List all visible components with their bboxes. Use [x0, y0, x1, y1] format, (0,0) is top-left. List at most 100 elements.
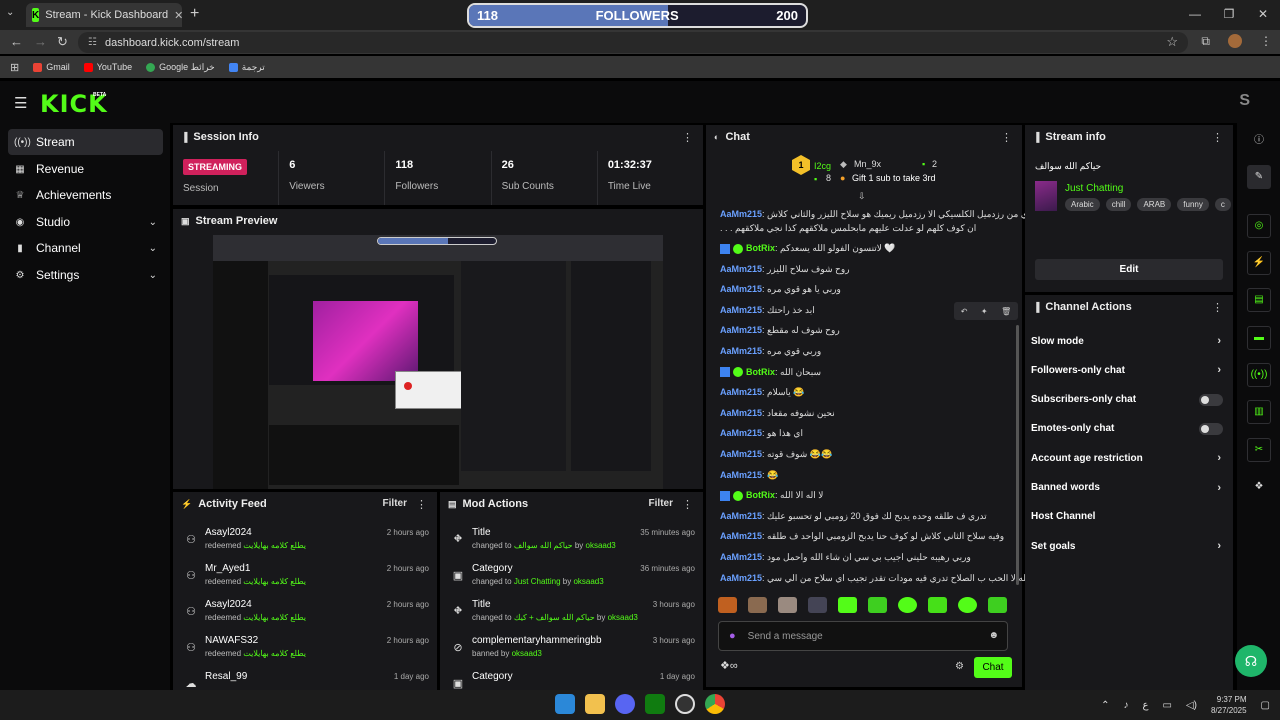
activity-user[interactable]: Asayl2024	[205, 599, 252, 610]
chat-message[interactable]: AaMm215: روح شوف له مقطع	[720, 325, 1012, 336]
server-icon[interactable]: ▥	[1247, 400, 1271, 424]
chat-message[interactable]: AaMm215: اي هذا هو	[720, 428, 1012, 439]
mod-action-row[interactable]: ⛖ Title changed to حياكم الله سوالف + كيك …	[440, 596, 703, 631]
chat-message[interactable]: AaMm215: شوف قوته 😂😂	[720, 449, 1012, 460]
obs-icon[interactable]	[675, 694, 695, 714]
chat-message[interactable]: AaMm215: وفيه سلاح الثاني كلاش لو كوف حن…	[720, 531, 1012, 542]
bookmark-youtube[interactable]: YouTube	[83, 62, 132, 72]
chat-message[interactable]: BotRix: سبحان الله	[720, 367, 1012, 378]
chat-username[interactable]: AaMm215	[720, 284, 762, 294]
emoji-icon[interactable]: ☻	[988, 630, 999, 641]
help-headset-icon[interactable]: ☊	[1235, 645, 1267, 677]
close-tab-icon[interactable]: ✕	[174, 9, 183, 22]
channel-action-host-channel[interactable]: Host Channel	[1031, 507, 1225, 527]
gift-prompt[interactable]: Gift 1 sub to take 3rd	[852, 173, 936, 183]
chat-bubble-icon[interactable]: ▬	[1247, 326, 1271, 350]
activity-user[interactable]: Asayl2024	[205, 527, 252, 538]
pin-icon[interactable]: ✦	[981, 307, 988, 316]
stream-category[interactable]: Just Chatting	[1065, 183, 1123, 194]
activity-row[interactable]: ⚇ NAWAFS32 redeemed يطلع كلامه بهايلايت 2 h…	[173, 632, 437, 667]
activity-row[interactable]: ⚇ Asayl2024 redeemed يطلع كلامه بهايلايت 2 …	[173, 596, 437, 631]
chevron-up-icon[interactable]: ⌃	[1101, 700, 1109, 711]
chat-username[interactable]: AaMm215	[720, 264, 762, 274]
chat-message[interactable]: AaMm215: تدري من رزدميل الكلسيكي الا رزد…	[720, 209, 1039, 220]
activity-user[interactable]: NAWAFS32	[205, 635, 258, 646]
sidebar-item-channel[interactable]: ▮ Channel ⌄	[8, 235, 163, 261]
minimize-icon[interactable]: —	[1178, 0, 1212, 28]
chat-username[interactable]: BotRix	[746, 367, 775, 377]
chat-username[interactable]: AaMm215	[720, 408, 762, 418]
emote-icon[interactable]	[928, 597, 947, 613]
user-avatar[interactable]: S	[1239, 92, 1250, 110]
camera-icon[interactable]: ◎	[1247, 214, 1271, 238]
clipboard-icon[interactable]: ▤	[1247, 288, 1271, 312]
chat-username[interactable]: BotRix	[746, 243, 775, 253]
wrench-icon[interactable]: ✂	[1247, 438, 1271, 462]
chat-username[interactable]: AaMm215	[720, 449, 762, 459]
info-icon[interactable]: ⓘ	[1247, 129, 1271, 153]
chat-input[interactable]: ● Send a message ☻	[718, 621, 1008, 651]
stream-info-menu-icon[interactable]: ⋮	[1212, 131, 1223, 144]
chat-username[interactable]: AaMm215	[720, 428, 762, 438]
activity-row[interactable]: ⚇ Mr_Ayed1 redeemed يطلع كلامه بهايلايت 2 h…	[173, 560, 437, 595]
url-field[interactable]: ☷ dashboard.kick.com/stream ☆	[78, 32, 1188, 53]
chat-message[interactable]: AaMm215: وربي رهيبه حليني اجيب بي سي ان …	[720, 552, 1012, 563]
chat-username[interactable]: BotRix	[746, 490, 775, 500]
chat-username[interactable]: AaMm215	[720, 346, 762, 356]
chat-message[interactable]: AaMm215: تدري ف طلقه وحده يدبح لك فوق 20…	[720, 511, 1012, 522]
reply-icon[interactable]: ↶	[961, 307, 968, 316]
sidebar-item-studio[interactable]: ◉ Studio ⌄	[8, 209, 163, 235]
microphone-icon[interactable]: ♪	[1124, 700, 1129, 711]
chat-username[interactable]: AaMm215	[720, 209, 762, 219]
maximize-icon[interactable]: ❐	[1212, 0, 1246, 28]
session-menu-icon[interactable]: ⋮	[682, 131, 693, 144]
chat-username[interactable]: AaMm215	[720, 305, 762, 315]
hamburger-menu-icon[interactable]: ☰	[14, 94, 27, 112]
chat-scrollbar[interactable]	[1016, 325, 1019, 585]
chat-menu-icon[interactable]: ⋮	[1001, 131, 1012, 144]
edit-stream-button[interactable]: Edit	[1035, 259, 1223, 280]
network-icon[interactable]: ▭	[1162, 700, 1171, 711]
chat-username[interactable]: AaMm215	[720, 325, 762, 335]
channel-action-set-goals[interactable]: Set goals ›	[1031, 536, 1225, 556]
chat-message[interactable]: AaMm215: ياسلام 😂	[720, 387, 1012, 398]
bookmark-star-icon[interactable]: ☆	[1166, 34, 1178, 50]
forward-icon[interactable]: →	[34, 34, 47, 49]
channel-action-subscribers-only-chat[interactable]: Subscribers-only chat	[1031, 390, 1225, 410]
activity-row[interactable]: ⚇ Asayl2024 redeemed يطلع كلامه بهايلايت 2 …	[173, 524, 437, 559]
emote-icon[interactable]	[718, 597, 737, 613]
mod-action-moderator[interactable]: oksaad3	[608, 613, 638, 622]
chat-username[interactable]: AaMm215	[720, 552, 762, 562]
mod-action-moderator[interactable]: oksaad3	[586, 541, 616, 550]
mod-action-moderator[interactable]: oksaad3	[573, 577, 603, 586]
chat-username[interactable]: AaMm215	[720, 531, 762, 541]
chat-message[interactable]: AaMm215: والله لا الحب ب الصلاح تدري فيه…	[720, 573, 1036, 584]
mod-action-row[interactable]: ⛖ Title changed to حياكم الله سوالف by oks…	[440, 524, 703, 559]
chat-message[interactable]: AaMm215: وربي يا هو قوي مره	[720, 284, 1012, 295]
discord-icon[interactable]	[615, 694, 635, 714]
points-icon[interactable]: ❖	[1247, 475, 1271, 499]
chat-message[interactable]: BotRix: لاتنسون الفولو الله يسعدكم 🤍	[720, 243, 1012, 254]
emote-icon[interactable]	[958, 597, 977, 613]
channel-action-followers-only-chat[interactable]: Followers-only chat ›	[1031, 360, 1225, 380]
stream-preview-video[interactable]	[213, 235, 663, 489]
chat-message[interactable]: AaMm215: 😂	[720, 470, 1012, 481]
site-info-icon[interactable]: ☷	[88, 37, 97, 48]
channel-action-emotes-only-chat[interactable]: Emotes-only chat	[1031, 419, 1225, 439]
chat-message[interactable]: AaMm215: نحين نشوفه مقعاد	[720, 408, 1012, 419]
activity-filter-button[interactable]: Filter	[383, 498, 407, 509]
emote-icon[interactable]	[808, 597, 827, 613]
activity-user[interactable]: Resal_99	[205, 671, 247, 682]
bookmark-maps[interactable]: Google خرائط	[146, 62, 215, 73]
activity-user[interactable]: Mr_Ayed1	[205, 563, 250, 574]
chat-message[interactable]: BotRix: لا اله الا الله	[720, 490, 1012, 501]
extensions-icon[interactable]: ⧉	[1201, 34, 1210, 49]
delete-icon[interactable]: 🗑	[1001, 307, 1011, 316]
xbox-icon[interactable]	[645, 694, 665, 714]
mod-action-row[interactable]: ⊘ complementaryhammeringbb banned by oksaa…	[440, 632, 703, 667]
chrome-icon[interactable]	[705, 694, 725, 714]
new-tab-icon[interactable]: +	[190, 5, 199, 23]
edit-icon[interactable]: ✎	[1247, 165, 1271, 189]
points-icon[interactable]: ❖∞	[720, 659, 738, 672]
file-explorer-icon[interactable]	[585, 694, 605, 714]
